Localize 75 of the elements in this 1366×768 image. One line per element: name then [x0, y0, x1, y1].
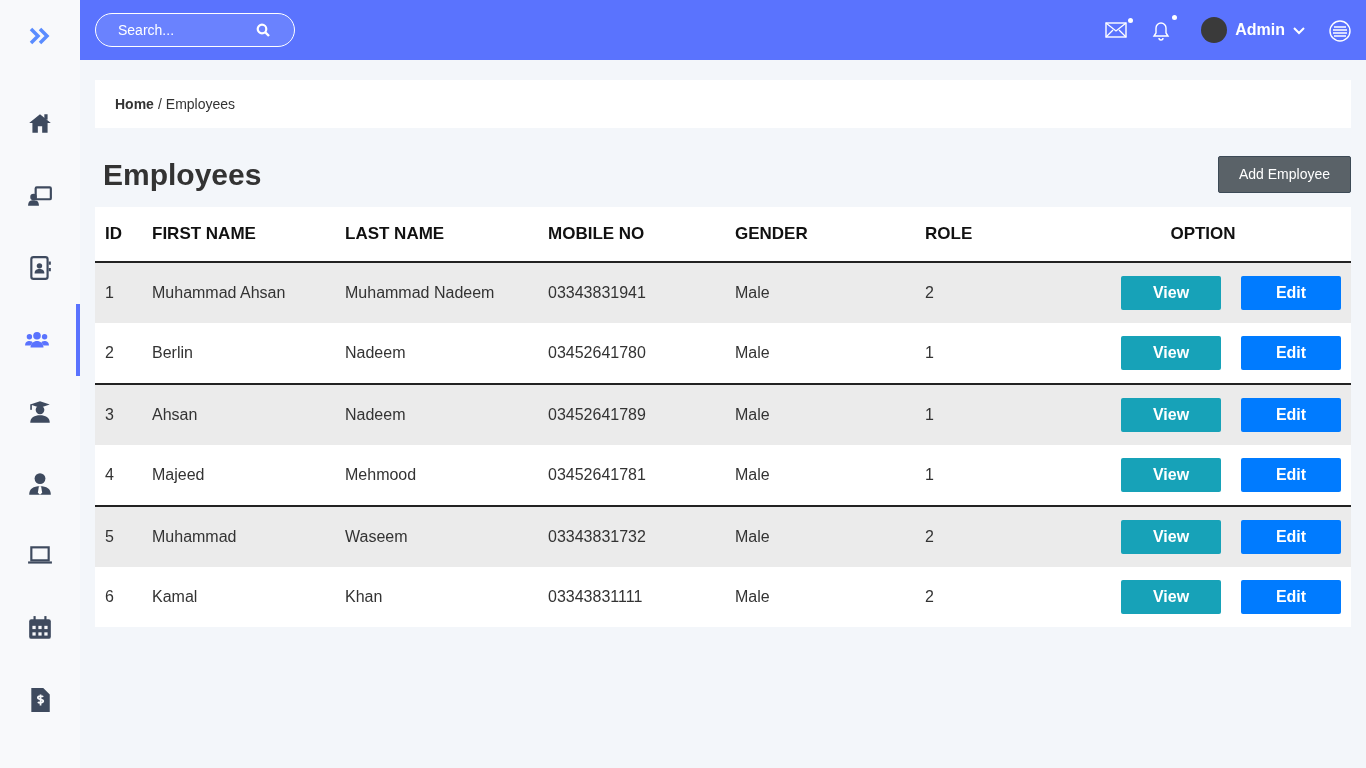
table-cell: 5 [95, 505, 142, 567]
table-cell: Nadeem [335, 322, 538, 384]
column-header: MOBILE NO [538, 207, 725, 262]
edit-button[interactable]: Edit [1241, 397, 1341, 432]
column-header: ROLE [915, 207, 1055, 262]
table-cell: Nadeem [335, 383, 538, 445]
table-cell: Ahsan [142, 383, 335, 445]
menu-icon[interactable] [1329, 19, 1351, 42]
edit-button[interactable]: Edit [1241, 457, 1341, 492]
table-cell: Berlin [142, 322, 335, 384]
table-cell: 2 [95, 322, 142, 384]
table-cell: 03452641780 [538, 322, 725, 384]
table-cell: 03452641781 [538, 444, 725, 506]
table-cell: 03343831111 [538, 566, 725, 627]
double-chevron-icon[interactable] [29, 27, 51, 45]
view-button[interactable]: View [1121, 275, 1221, 310]
add-employee-button[interactable]: Add Employee [1217, 156, 1351, 193]
column-header: GENDER [725, 207, 915, 262]
table-cell: 2 [915, 261, 1055, 323]
user-name[interactable]: Admin [1235, 18, 1285, 42]
table-cell: Muhammad [142, 505, 335, 567]
table-cell: Waseem [335, 505, 538, 567]
edit-button[interactable]: Edit [1241, 275, 1341, 310]
calendar-icon [27, 615, 53, 641]
table-cell: Majeed [142, 444, 335, 506]
graduate-icon [27, 399, 53, 425]
column-header: LAST NAME [335, 207, 538, 262]
table-cell: 3 [95, 383, 142, 445]
page-title: Employees [103, 157, 262, 193]
table-cell: 1 [95, 261, 142, 323]
table-cell: 4 [95, 444, 142, 506]
view-button[interactable]: View [1121, 579, 1221, 614]
table-cell: 03452641789 [538, 383, 725, 445]
column-header: OPTION [1055, 207, 1351, 262]
table-cell: Mehmood [335, 444, 538, 506]
breadcrumb-separator: / [157, 94, 162, 114]
table-cell: Kamal [142, 566, 335, 627]
table-cell: Khan [335, 566, 538, 627]
breadcrumb-link[interactable]: Home [115, 93, 154, 115]
column-header: FIRST NAME [142, 207, 335, 262]
search-field[interactable]: Search... [95, 13, 295, 47]
envelope-icon[interactable] [1105, 22, 1128, 38]
search-icon[interactable] [256, 23, 270, 37]
edit-button[interactable]: Edit [1241, 335, 1341, 370]
view-button[interactable]: View [1121, 519, 1221, 554]
view-button[interactable]: View [1121, 457, 1221, 492]
edit-button[interactable]: Edit [1241, 579, 1341, 614]
table-cell: 1 [915, 444, 1055, 506]
table-cell: Male [725, 566, 915, 627]
table-cell: Muhammad Ahsan [142, 261, 335, 323]
table-cell: 2 [915, 505, 1055, 567]
table-cell: Male [725, 444, 915, 506]
table-cell: Male [725, 261, 915, 323]
chevron-down-icon[interactable] [1293, 26, 1305, 35]
search-input[interactable]: Search... [116, 18, 256, 42]
businessman-icon [27, 471, 53, 497]
view-button[interactable]: View [1121, 335, 1221, 370]
column-header: ID [95, 207, 142, 262]
avatar-icon[interactable] [1201, 17, 1228, 43]
table-cell: Male [725, 322, 915, 384]
table-cell: 1 [915, 383, 1055, 445]
table-cell: 2 [915, 566, 1055, 627]
bell-icon[interactable] [1151, 19, 1172, 41]
view-button[interactable]: View [1121, 397, 1221, 432]
table-cell: Male [725, 383, 915, 445]
table-cell: Male [725, 505, 915, 567]
contact-book-icon [27, 255, 53, 281]
table-cell: 03343831732 [538, 505, 725, 567]
table-cell: 6 [95, 566, 142, 627]
presenter-board-icon [27, 183, 53, 209]
edit-button[interactable]: Edit [1241, 519, 1341, 554]
table-cell: 1 [915, 322, 1055, 384]
table-cell: 03343831941 [538, 261, 725, 323]
breadcrumb-current: Employees [165, 94, 236, 114]
table-cell: Muhammad Nadeem [335, 261, 538, 323]
